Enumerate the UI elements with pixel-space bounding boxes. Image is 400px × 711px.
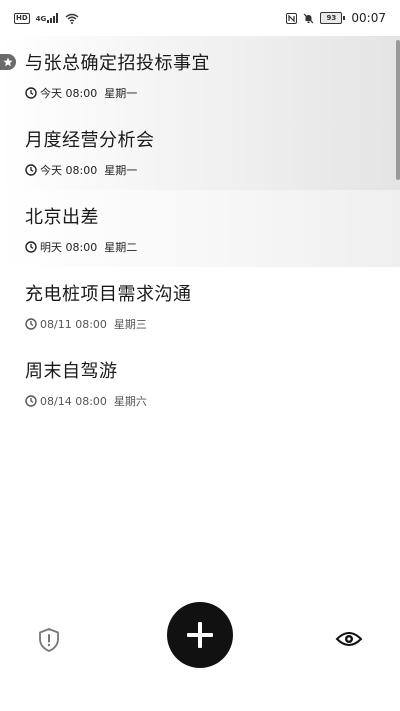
task-date: 今天 08:00 <box>40 87 98 100</box>
clock-icon <box>25 318 37 330</box>
task-title: 周末自驾游 <box>25 361 118 382</box>
task-weekday: 星期一 <box>104 87 138 100</box>
task-meta: 今天 08:00 星期一 <box>25 85 137 101</box>
clock-icon <box>25 164 37 176</box>
clock-icon <box>25 87 37 99</box>
scrollbar[interactable] <box>396 40 400 180</box>
hd-badge: HD <box>14 12 30 24</box>
cell-signal-icon: 4G <box>36 13 60 23</box>
plus-icon <box>187 622 213 648</box>
clock: 00:07 <box>351 11 386 25</box>
shield-alert-icon[interactable] <box>37 627 61 653</box>
clock-icon <box>25 241 37 253</box>
task-date: 08/11 08:00 <box>40 317 107 331</box>
task-weekday: 星期三 <box>113 318 147 331</box>
task-meta: 今天 08:00 星期一 <box>25 162 137 178</box>
task-title: 北京出差 <box>25 207 99 228</box>
task-meta: 明天 08:00 星期二 <box>25 239 137 255</box>
app-screen: HD 4G 93 00:07 与张总确定招投标事宜 今天 08:00 星期一 月… <box>0 0 400 711</box>
task-weekday: 星期一 <box>104 164 138 177</box>
task-date: 明天 08:00 <box>40 241 98 254</box>
task-weekday: 星期六 <box>113 395 147 408</box>
status-right: 93 00:07 <box>286 11 386 25</box>
task-date: 08/14 08:00 <box>40 394 107 408</box>
task-meta: 08/14 08:00 星期六 <box>25 393 147 409</box>
signal-text: 4G <box>35 15 47 23</box>
task-date: 今天 08:00 <box>40 164 98 177</box>
task-item[interactable]: 周末自驾游 08/14 08:00 星期六 <box>0 344 400 421</box>
task-item[interactable]: 北京出差 明天 08:00 星期二 <box>0 190 400 267</box>
task-title: 与张总确定招投标事宜 <box>25 53 210 74</box>
task-list: 与张总确定招投标事宜 今天 08:00 星期一 月度经营分析会 今天 08:00… <box>0 36 400 421</box>
wifi-icon <box>65 13 79 24</box>
task-weekday: 星期二 <box>104 241 138 254</box>
nfc-icon <box>286 12 298 24</box>
task-title: 月度经营分析会 <box>25 130 155 151</box>
eye-icon[interactable] <box>335 629 363 649</box>
task-title: 充电桩项目需求沟通 <box>25 284 192 305</box>
status-bar: HD 4G 93 00:07 <box>0 0 400 36</box>
mute-bell-icon <box>303 13 314 23</box>
status-left: HD 4G <box>14 12 79 24</box>
task-item[interactable]: 月度经营分析会 今天 08:00 星期一 <box>0 113 400 190</box>
task-item[interactable]: 与张总确定招投标事宜 今天 08:00 星期一 <box>0 36 400 113</box>
clock-icon <box>25 395 37 407</box>
task-item[interactable]: 充电桩项目需求沟通 08/11 08:00 星期三 <box>0 267 400 344</box>
add-button[interactable] <box>167 602 233 668</box>
star-icon <box>0 54 16 70</box>
battery-level: 93 <box>320 12 343 24</box>
battery-icon: 93 <box>320 12 346 24</box>
bottom-bar <box>0 596 400 686</box>
task-meta: 08/11 08:00 星期三 <box>25 316 147 332</box>
